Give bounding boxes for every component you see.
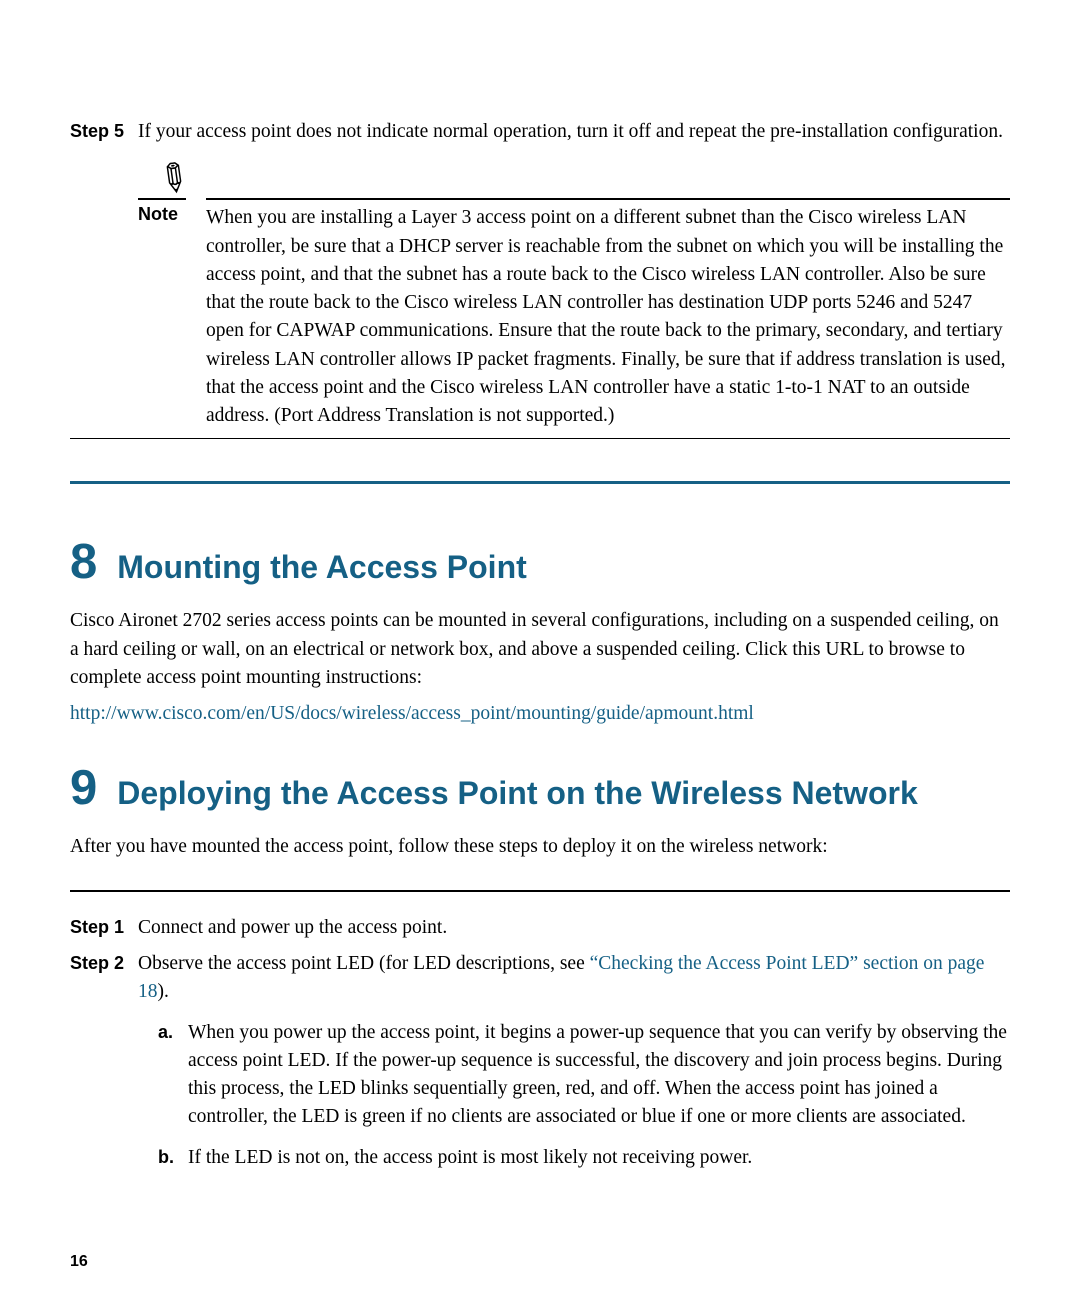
page-number: 16 xyxy=(70,1253,88,1271)
section-8-title: Mounting the Access Point xyxy=(117,550,527,585)
step-2-suffix: ). xyxy=(158,981,169,1002)
pencil-icon: ✎ xyxy=(149,155,197,205)
mounting-guide-link[interactable]: http://www.cisco.com/en/US/docs/wireless… xyxy=(70,703,754,724)
step-1-row: Step 1 Connect and power up the access p… xyxy=(70,914,1010,942)
section-8-paragraph: Cisco Aironet 2702 series access points … xyxy=(70,607,1010,692)
step-1-body: Connect and power up the access point. xyxy=(138,914,1010,942)
step-2-row: Step 2 Observe the access point LED (for… xyxy=(70,950,1010,1172)
step-1-label: Step 1 xyxy=(70,914,138,942)
note-block: ✎ Note When you are installing a Layer 3… xyxy=(138,166,1010,430)
step-2-label: Step 2 xyxy=(70,950,138,1172)
section-8-number: 8 xyxy=(70,538,97,587)
section-8-heading: 8 Mounting the Access Point xyxy=(70,538,1010,587)
step-5-label: Step 5 xyxy=(70,118,138,146)
step-5-row: Step 5 If your access point does not ind… xyxy=(70,118,1010,146)
section-9-title: Deploying the Access Point on the Wirele… xyxy=(117,776,917,811)
step-2-sub-a: a. When you power up the access point, i… xyxy=(158,1019,1010,1132)
section-9-heading: 9 Deploying the Access Point on the Wire… xyxy=(70,764,1010,813)
step-2-body: Observe the access point LED (for LED de… xyxy=(138,950,1010,1172)
step-2-sub-a-body: When you power up the access point, it b… xyxy=(188,1019,1010,1132)
step-2-sub-b-label: b. xyxy=(158,1144,188,1172)
step-5-body: If your access point does not indicate n… xyxy=(138,118,1010,146)
step-2-sub-b: b. If the LED is not on, the access poin… xyxy=(158,1144,1010,1172)
section-9-number: 9 xyxy=(70,764,97,813)
step-2-sub-b-body: If the LED is not on, the access point i… xyxy=(188,1144,1010,1172)
section-9-paragraph: After you have mounted the access point,… xyxy=(70,833,1010,861)
section-8-url-row: http://www.cisco.com/en/US/docs/wireless… xyxy=(70,700,1010,728)
step-2-prefix: Observe the access point LED (for LED de… xyxy=(138,953,590,974)
note-text: When you are installing a Layer 3 access… xyxy=(206,200,1010,430)
note-left: ✎ Note xyxy=(138,166,206,430)
note-right: When you are installing a Layer 3 access… xyxy=(206,166,1010,430)
step-2-sub-a-label: a. xyxy=(158,1019,188,1132)
